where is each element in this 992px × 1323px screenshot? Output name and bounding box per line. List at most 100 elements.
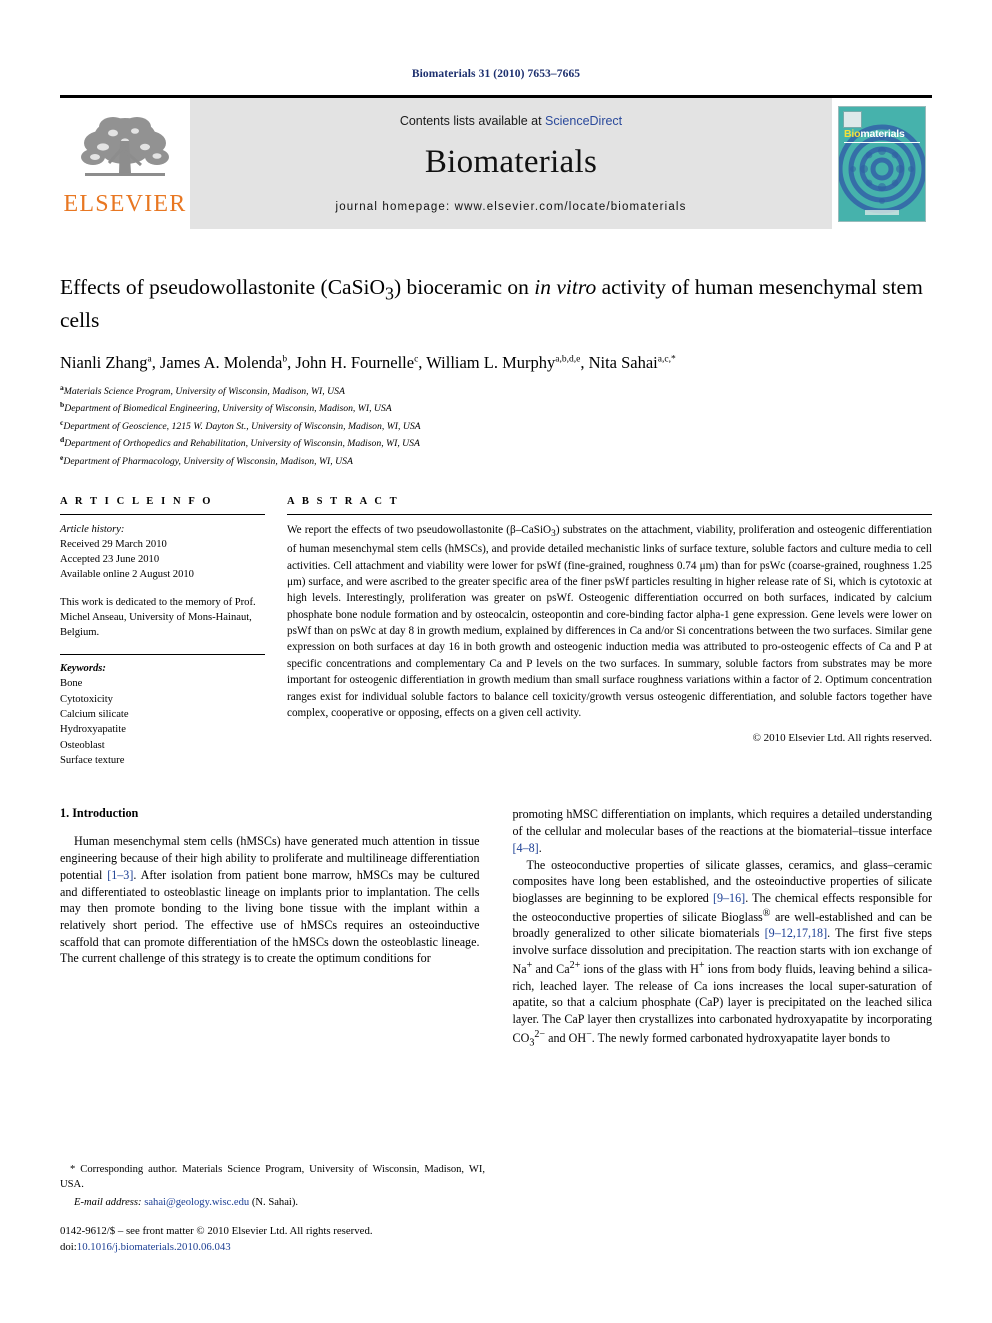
abstract-column: A B S T R A C T We report the effects of… xyxy=(287,496,932,769)
author-separator: , xyxy=(151,353,160,373)
footnote-spacer xyxy=(60,1210,485,1224)
article-history-label: Article history: xyxy=(60,523,125,535)
affiliation-item: aMaterials Science Program, University o… xyxy=(60,382,932,400)
affiliation-item: eDepartment of Pharmacology, University … xyxy=(60,452,932,470)
keywords-label: Keywords: xyxy=(60,662,106,674)
author-separator: , xyxy=(580,353,589,373)
masthead-center: Contents lists available at ScienceDirec… xyxy=(190,98,832,229)
citation-link-1-3[interactable]: [1–3] xyxy=(107,868,133,882)
cover-title-part2: materials xyxy=(860,127,905,140)
doi-link[interactable]: 10.1016/j.biomaterials.2010.06.043 xyxy=(77,1241,231,1253)
elsevier-logo: ELSEVIER xyxy=(60,98,190,229)
corresponding-author-marker[interactable]: * xyxy=(671,355,676,365)
author-item: William L. Murphya,b,d,e xyxy=(426,353,580,372)
info-abstract-region: A R T I C L E I N F O Article history: R… xyxy=(60,496,932,769)
front-matter-line: 0142-9612/$ – see front matter © 2010 El… xyxy=(60,1225,373,1238)
cover-publisher-badge xyxy=(843,110,862,128)
citation-link-4-8[interactable]: [4–8] xyxy=(513,841,539,855)
author-affiliation-marker: a,b,d,e xyxy=(555,354,581,365)
intro-text-segment: . xyxy=(538,840,542,855)
author-name: John H. Fournelle xyxy=(295,353,415,373)
journal-title: Biomaterials xyxy=(424,143,598,180)
cover-title-part1: Bio xyxy=(844,127,861,140)
author-affiliation-marker: a,c,* xyxy=(657,354,676,365)
journal-masthead: ELSEVIER Contents lists available at Sci… xyxy=(60,95,932,229)
footnote-region: * Corresponding author. Materials Scienc… xyxy=(60,1163,485,1255)
citation-link-9-16[interactable]: [9–16] xyxy=(713,891,745,905)
abstract-text: We report the effects of two pseudowolla… xyxy=(287,515,932,722)
author-item: James A. Molendab xyxy=(160,353,287,372)
intro-paragraph-2: The osteoconductive properties of silica… xyxy=(513,857,933,1051)
doi-line: doi:10.1016/j.biomaterials.2010.06.043 xyxy=(60,1240,485,1255)
journal-homepage-link[interactable]: journal homepage: www.elsevier.com/locat… xyxy=(335,201,686,213)
body-left-column: 1. Introduction Human mesenchymal stem c… xyxy=(60,806,480,1050)
intro-paragraph-1-continued: promoting hMSC differentiation on implan… xyxy=(513,806,933,856)
cover-divider xyxy=(844,141,920,143)
abstract-segment-1: We report the effects of two pseudowolla… xyxy=(287,523,552,536)
author-name: Nianli Zhang xyxy=(60,353,148,373)
running-head: Biomaterials 31 (2010) 7653–7665 xyxy=(411,68,581,80)
affiliation-text: Materials Science Program, University of… xyxy=(63,386,345,397)
author-item: John H. Fournellec xyxy=(295,353,418,372)
email-label: E-mail address: xyxy=(74,1196,142,1208)
affiliation-text: Department of Geoscience, 1215 W. Dayton… xyxy=(63,421,421,433)
keyword-item: Calcium silicate xyxy=(60,708,129,720)
contents-available-line: Contents lists available at ScienceDirec… xyxy=(400,114,622,128)
affiliation-list: aMaterials Science Program, University o… xyxy=(60,382,932,470)
title-segment-1: Effects of pseudowollastonite (CaSiO xyxy=(60,275,386,299)
email-link[interactable]: sahai@geology.wisc.edu xyxy=(144,1197,249,1208)
author-item: Nita Sahaia,c,* xyxy=(589,353,676,372)
email-suffix: (N. Sahai). xyxy=(249,1196,299,1208)
email-note: E-mail address: sahai@geology.wisc.edu (… xyxy=(60,1196,485,1211)
journal-cover-container: Biomaterials xyxy=(832,98,932,229)
history-online: Available online 2 August 2010 xyxy=(60,568,194,580)
keyword-item: Osteoblast xyxy=(60,739,105,751)
contents-prefix: Contents lists available at xyxy=(399,113,546,128)
article-history: Article history: Received 29 March 2010 … xyxy=(60,515,265,641)
cover-footer-band xyxy=(839,209,925,216)
calcium-charge-superscript: 2+ xyxy=(569,959,581,971)
author-name: Nita Sahai xyxy=(588,353,658,373)
title-subscript: 3 xyxy=(385,283,394,304)
affiliation-item: cDepartment of Geoscience, 1215 W. Dayto… xyxy=(60,417,932,435)
journal-article-page: Biomaterials 31 (2010) 7653–7665 ELSEVIE… xyxy=(0,0,992,1323)
affiliation-text: Department of Pharmacology, University o… xyxy=(63,456,353,468)
intro-text-segment: and Ca xyxy=(532,961,570,976)
corresponding-author-note: * Corresponding author. Materials Scienc… xyxy=(60,1163,485,1190)
author-name: James A. Molenda xyxy=(160,353,283,373)
page-title: Effects of pseudowollastonite (CaSiO3) b… xyxy=(60,273,932,334)
abstract-heading: A B S T R A C T xyxy=(287,495,400,507)
history-received: Received 29 March 2010 xyxy=(60,538,167,550)
keyword-item: Hydroxyapatite xyxy=(60,724,126,736)
copyright-line: © 2010 Elsevier Ltd. All rights reserved… xyxy=(752,732,932,745)
carbonate-charge-superscript: 2− xyxy=(534,1028,546,1040)
body-right-column: promoting hMSC differentiation on implan… xyxy=(513,806,933,1050)
title-segment-2: ) bioceramic on xyxy=(393,275,535,299)
journal-cover-thumbnail: Biomaterials xyxy=(838,105,926,222)
article-info-heading: A R T I C L E I N F O xyxy=(60,495,214,507)
keyword-item: Cytotoxicity xyxy=(60,693,113,705)
author-item: Nianli Zhanga xyxy=(60,353,152,372)
history-accepted: Accepted 23 June 2010 xyxy=(60,553,160,565)
keyword-item: Bone xyxy=(60,678,83,690)
issn-copyright-line: 0142-9612/$ – see front matter © 2010 El… xyxy=(60,1224,485,1255)
dedication-note: This work is dedicated to the memory of … xyxy=(60,596,256,639)
article-info-column: A R T I C L E I N F O Article history: R… xyxy=(60,496,265,769)
title-block: Effects of pseudowollastonite (CaSiO3) b… xyxy=(60,273,932,470)
intro-text-segment: . The newly formed carbonated hydroxyapa… xyxy=(591,1030,891,1045)
section-heading-introduction: 1. Introduction xyxy=(60,806,139,821)
doi-label: doi: xyxy=(60,1240,77,1253)
affiliation-text: Department of Biomedical Engineering, Un… xyxy=(64,403,392,415)
body-two-column-region: 1. Introduction Human mesenchymal stem c… xyxy=(60,806,932,1050)
affiliation-item: dDepartment of Orthopedics and Rehabilit… xyxy=(60,434,932,452)
keywords-block: Keywords: Bone Cytotoxicity Calcium sili… xyxy=(60,655,265,769)
sciencedirect-link[interactable]: ScienceDirect xyxy=(545,114,622,128)
intro-text-segment: and OH xyxy=(545,1030,587,1045)
elsevier-tree-icon xyxy=(81,117,169,176)
citation-link-9-12-17-18[interactable]: [9–12,17,18] xyxy=(765,926,827,940)
abstract-segment-2: ) substrates on the attachment, viabilit… xyxy=(287,523,932,719)
intro-text-segment: promoting hMSC differentiation on implan… xyxy=(512,807,933,839)
title-segment-3: activity of human xyxy=(596,275,754,299)
title-italic-segment: in vitro xyxy=(534,275,597,299)
intro-text-segment: ions of the glass with H xyxy=(580,961,699,976)
